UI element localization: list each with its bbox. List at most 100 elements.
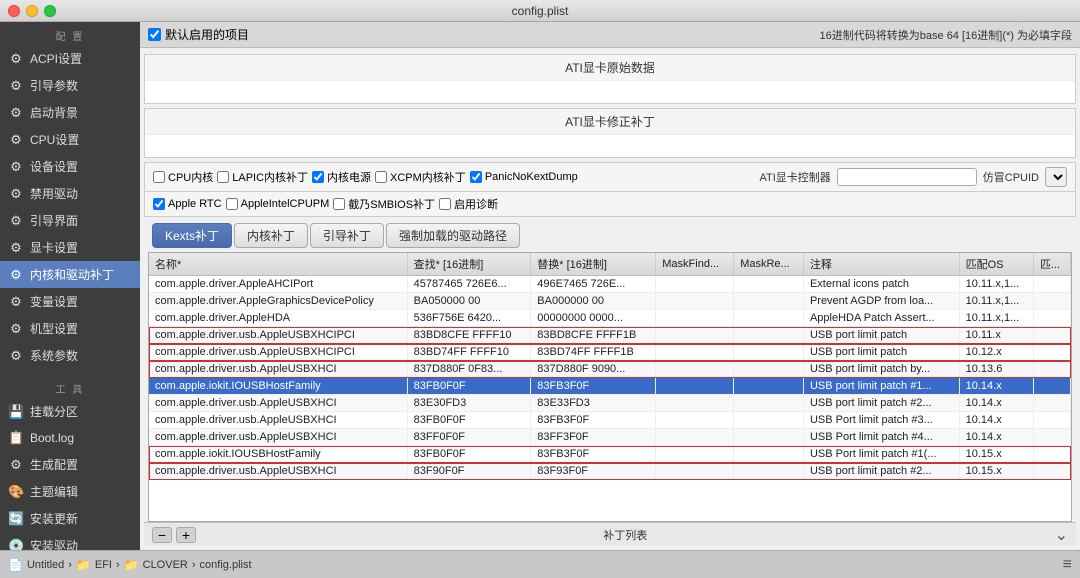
cb-diag[interactable]: 启用诊断: [439, 196, 498, 212]
cb-panic[interactable]: PanicNoKextDump: [470, 171, 578, 183]
cb-diag-input[interactable]: [439, 198, 451, 210]
table-cell: 83FB0F0F: [407, 446, 531, 463]
table-cell: USB port limit patch #1...: [803, 378, 959, 395]
cb-xcpm[interactable]: XCPM内核补丁: [375, 169, 466, 185]
table-cell: 83FB3F0F: [531, 446, 656, 463]
tab-forced[interactable]: 强制加载的驱动路径: [386, 223, 520, 248]
sidebar-item-boot-bg[interactable]: ⚙ 启动背景: [0, 99, 140, 126]
cb-lapic[interactable]: LAPIC内核补丁: [217, 169, 308, 185]
cb-apple-rtc-input[interactable]: [153, 198, 165, 210]
cb-smbios[interactable]: 截乃SMBIOS补丁: [333, 196, 435, 212]
table-cell: 83FF3F0F: [531, 429, 656, 446]
cb-cpu-core[interactable]: CPU内核: [153, 169, 213, 185]
sidebar-item-sys[interactable]: ⚙ 系统参数: [0, 342, 140, 369]
maximize-button[interactable]: [44, 5, 56, 17]
table-cell: [1033, 446, 1070, 463]
default-enabled-checkbox[interactable]: [148, 28, 161, 41]
cb-apple-intel[interactable]: AppleIntelCPUPM: [226, 198, 330, 210]
table-row[interactable]: com.apple.driver.usb.AppleUSBXHCI837D880…: [149, 361, 1071, 378]
cb-kernel-pm[interactable]: 内核电源: [312, 169, 371, 185]
table-row[interactable]: com.apple.driver.AppleGraphicsDevicePoli…: [149, 293, 1071, 310]
table-row[interactable]: com.apple.driver.usb.AppleUSBXHCI83FB0F0…: [149, 412, 1071, 429]
sidebar-item-boot-params[interactable]: ⚙ 引导参数: [0, 72, 140, 99]
ati-controller-input[interactable]: [837, 168, 977, 186]
cb-xcpm-label: XCPM内核补丁: [390, 169, 466, 185]
table-row[interactable]: com.apple.driver.usb.AppleUSBXHCIPCI83BD…: [149, 344, 1071, 361]
dropdown-arrow[interactable]: ⌄: [1055, 525, 1068, 545]
table-cell: 10.11.x,1...: [959, 310, 1033, 327]
breadcrumb: 📄 Untitled › 📁 EFI › 📁 CLOVER › config.p…: [8, 558, 252, 572]
sidebar-item-acpi[interactable]: ⚙ ACPI设置: [0, 45, 140, 72]
plus-button[interactable]: +: [176, 527, 196, 543]
sidebar-item-cpu[interactable]: ⚙ CPU设置: [0, 126, 140, 153]
kexts-table-wrapper[interactable]: 名称* 查找* [16进制] 替换* [16进制] MaskFind... Ma…: [148, 252, 1072, 522]
cb-apple-intel-label: AppleIntelCPUPM: [241, 198, 330, 210]
bootlog-icon: 📋: [8, 430, 24, 446]
ati-patch-field: [145, 135, 1075, 157]
table-row[interactable]: com.apple.driver.usb.AppleUSBXHCI83F90F0…: [149, 463, 1071, 480]
sidebar-item-generate[interactable]: ⚙ 生成配置: [0, 451, 140, 478]
sidebar-label-sys: 系统参数: [30, 347, 78, 364]
sidebar-item-mac[interactable]: ⚙ 机型设置: [0, 315, 140, 342]
table-row[interactable]: com.apple.iokit.IOUSBHostFamily83FB0F0F8…: [149, 446, 1071, 463]
cb-cpu-core-input[interactable]: [153, 171, 165, 183]
sidebar-item-theme[interactable]: 🎨 主题编辑: [0, 478, 140, 505]
table-cell: 83E33FD3: [531, 395, 656, 412]
table-row[interactable]: com.apple.driver.usb.AppleUSBXHCI83FF0F0…: [149, 429, 1071, 446]
table-cell: [1033, 412, 1070, 429]
cb-lapic-input[interactable]: [217, 171, 229, 183]
table-cell: com.apple.driver.usb.AppleUSBXHCI: [149, 429, 407, 446]
default-enabled-checkbox-label[interactable]: 默认启用的项目: [148, 26, 249, 43]
mount-icon: 💾: [8, 404, 24, 420]
close-button[interactable]: [8, 5, 20, 17]
sidebar-item-gui[interactable]: ⚙ 引导界面: [0, 207, 140, 234]
fake-cpuid-select[interactable]: [1045, 167, 1067, 187]
cb-kernel-pm-input[interactable]: [312, 171, 324, 183]
sidebar-label-gui: 引导界面: [30, 212, 78, 229]
sidebar-item-driver[interactable]: 💿 安装驱动: [0, 532, 140, 550]
table-row[interactable]: com.apple.driver.usb.AppleUSBXHCI83E30FD…: [149, 395, 1071, 412]
sidebar-item-kernel[interactable]: ⚙ 内核和驱动补丁: [0, 261, 140, 288]
cb-apple-intel-input[interactable]: [226, 198, 238, 210]
table-cell: [656, 412, 734, 429]
table-cell: 00000000 0000...: [531, 310, 656, 327]
table-cell: [734, 446, 804, 463]
minimize-button[interactable]: [26, 5, 38, 17]
table-cell: [656, 327, 734, 344]
table-row[interactable]: com.apple.driver.AppleAHCIPort45787465 7…: [149, 276, 1071, 293]
sidebar-item-device[interactable]: ⚙ 设备设置: [0, 153, 140, 180]
sidebar-label-display: 显卡设置: [30, 239, 78, 256]
cb-smbios-input[interactable]: [333, 198, 345, 210]
cb-xcpm-input[interactable]: [375, 171, 387, 183]
sidebar-item-display[interactable]: ⚙ 显卡设置: [0, 234, 140, 261]
breadcrumb-file-icon: 📄: [8, 558, 23, 572]
table-cell: 83FB0F0F: [407, 412, 531, 429]
toolbar-menu-icon[interactable]: ≡: [1063, 556, 1072, 574]
table-cell: [734, 310, 804, 327]
cb-panic-input[interactable]: [470, 171, 482, 183]
tab-kernel[interactable]: 内核补丁: [234, 223, 308, 248]
disabled-icon: ⚙: [8, 186, 24, 202]
sidebar-item-update[interactable]: 🔄 安装更新: [0, 505, 140, 532]
sidebar-item-bootlog[interactable]: 📋 Boot.log: [0, 425, 140, 451]
table-cell: [656, 463, 734, 480]
table-cell: USB Port limit patch #1(...: [803, 446, 959, 463]
table-cell: com.apple.driver.usb.AppleUSBXHCIPCI: [149, 344, 407, 361]
table-cell: 837D880F 9090...: [531, 361, 656, 378]
th-find: 查找* [16进制]: [407, 253, 531, 276]
table-row[interactable]: com.apple.iokit.IOUSBHostFamily83FB0F0F8…: [149, 378, 1071, 395]
sidebar-item-vars[interactable]: ⚙ 变量设置: [0, 288, 140, 315]
tab-kexts[interactable]: Kexts补丁: [152, 223, 232, 248]
breadcrumb-part-1: EFI: [95, 559, 112, 571]
table-row[interactable]: com.apple.driver.usb.AppleUSBXHCIPCI83BD…: [149, 327, 1071, 344]
sidebar-item-mount[interactable]: 💾 挂载分区: [0, 398, 140, 425]
cb-lapic-label: LAPIC内核补丁: [232, 169, 308, 185]
minus-button[interactable]: −: [152, 527, 172, 543]
table-row[interactable]: com.apple.driver.AppleHDA536F756E 6420..…: [149, 310, 1071, 327]
titlebar: config.plist: [0, 0, 1080, 22]
sidebar-label-boot-bg: 启动背景: [30, 104, 78, 121]
table-cell: USB Port limit patch #3...: [803, 412, 959, 429]
sidebar-item-disabled[interactable]: ⚙ 禁用驱动: [0, 180, 140, 207]
tab-boot[interactable]: 引导补丁: [310, 223, 384, 248]
cb-apple-rtc[interactable]: Apple RTC: [153, 198, 222, 210]
